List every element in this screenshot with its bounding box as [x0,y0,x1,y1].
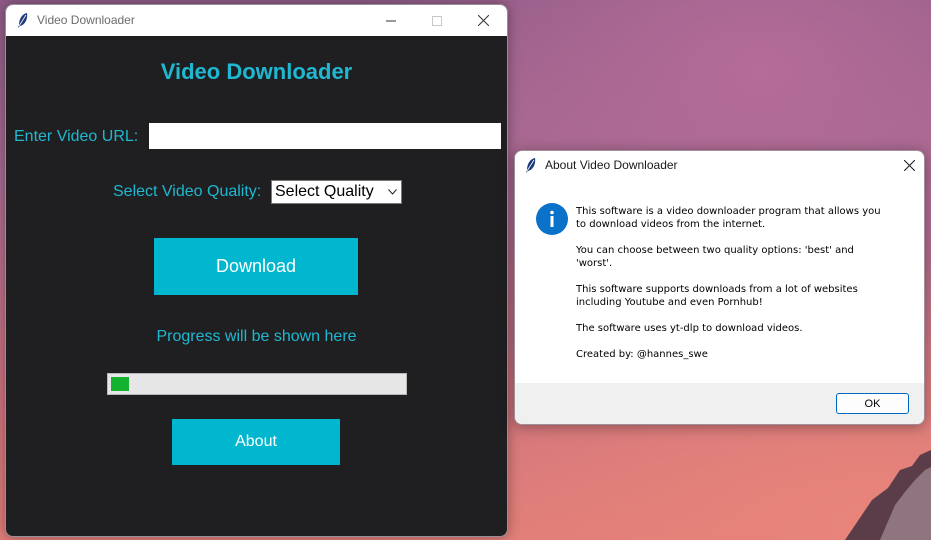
about-line: This software is a video downloader prog… [576,206,881,217]
about-line: You can choose between two quality optio… [576,245,854,256]
about-line: Created by: @hannes_swe [576,349,708,360]
ok-button-label: OK [864,397,881,410]
feather-icon [18,13,28,28]
progress-bar [107,373,407,395]
about-close-button[interactable] [894,151,924,179]
about-line: 'worst'. [576,258,613,269]
ok-button[interactable]: OK [836,393,909,414]
progress-bar-fill [111,377,129,391]
close-button[interactable] [460,5,506,36]
window-title: Video Downloader [37,13,135,27]
url-label: Enter Video URL: [14,128,139,145]
about-line: including Youtube and even Pornhub! [576,297,763,308]
about-paragraph-1: This software is a video downloader prog… [576,205,906,231]
app-heading: Video Downloader [160,59,353,84]
feather-icon [526,158,536,173]
close-icon [903,159,915,171]
close-icon [477,15,489,26]
info-icon [536,203,568,235]
about-paragraph-5: Created by: @hannes_swe [576,348,906,361]
progress-text: Progress will be shown here [156,328,357,345]
about-button[interactable]: About [172,419,340,465]
minimize-icon [386,20,396,21]
about-dialog-title: About Video Downloader [545,158,678,172]
about-line: to download videos from the internet. [576,219,766,230]
about-line: This software supports downloads from a … [576,284,858,295]
about-paragraph-4: The software uses yt-dlp to download vid… [576,322,906,335]
maximize-button[interactable] [414,5,460,36]
about-line: The software uses yt-dlp to download vid… [576,323,803,334]
about-paragraph-3: This software supports downloads from a … [576,283,906,309]
maximize-icon [432,15,442,26]
about-button-label: About [235,433,277,450]
title-bar[interactable]: Video Downloader [6,5,507,36]
about-dialog: About Video Downloader This software is … [514,150,925,425]
download-button[interactable]: Download [154,238,358,295]
quality-selected-value: Select Quality [275,183,374,200]
minimize-button[interactable] [368,5,414,36]
chevron-down-icon [388,189,397,195]
about-dialog-footer: OK [515,383,924,424]
quality-select[interactable]: Select Quality [271,180,402,204]
download-button-label: Download [215,256,297,276]
main-window: Video Downloader Video Downloader Enter … [5,4,508,537]
about-paragraph-2: You can choose between two quality optio… [576,244,906,270]
quality-label: Select Video Quality: [113,183,262,200]
url-input[interactable] [149,123,501,149]
